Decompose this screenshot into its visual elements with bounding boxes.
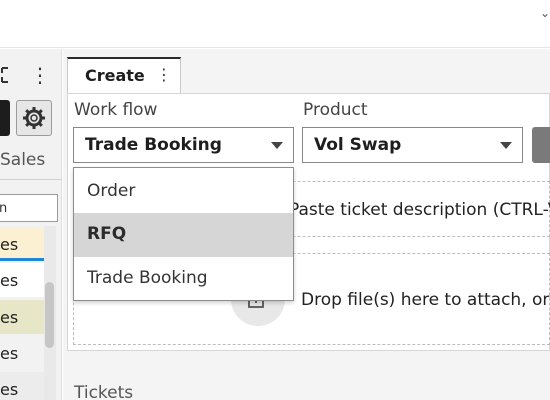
- chevron-down-icon[interactable]: ⌄: [540, 6, 550, 20]
- tab-sales[interactable]: Sales: [0, 150, 45, 170]
- list-item[interactable]: es: [0, 263, 44, 297]
- dropdown-option-order[interactable]: Order: [74, 170, 293, 214]
- tab-more-icon[interactable]: ⋮: [156, 64, 172, 86]
- scrollbar-thumb[interactable]: [45, 282, 54, 348]
- list-item-label: es: [0, 380, 19, 399]
- dropdown-option-rfq[interactable]: RFQ: [74, 213, 293, 257]
- drop-hint: Drop file(s) here to attach, or: [301, 290, 550, 310]
- product-label: Product: [303, 100, 368, 120]
- expand-icon[interactable]: [0, 66, 14, 84]
- action-button[interactable]: [532, 127, 550, 163]
- workflow-select-value: Trade Booking: [85, 135, 222, 155]
- filter-input[interactable]: n: [0, 194, 58, 222]
- paste-hint: Paste ticket description (CTRL-V: [289, 200, 550, 220]
- product-select-value: Vol Swap: [314, 135, 402, 155]
- list-item[interactable]: es: [0, 227, 44, 261]
- list-item-label: es: [0, 271, 19, 290]
- list-item-label: es: [0, 344, 19, 363]
- tickets-section-label: Tickets: [74, 383, 134, 400]
- caret-down-icon: [271, 142, 283, 149]
- product-select[interactable]: Vol Swap: [302, 127, 523, 163]
- workflow-dropdown-menu: Order RFQ Trade Booking: [73, 167, 294, 301]
- divider: [0, 179, 62, 180]
- gear-icon: [23, 107, 45, 129]
- workflow-label: Work flow: [74, 100, 158, 120]
- list-item[interactable]: es: [0, 336, 44, 370]
- tab-create-label: Create: [85, 66, 145, 85]
- settings-button[interactable]: [16, 100, 52, 136]
- list-item[interactable]: es: [0, 300, 44, 334]
- top-bar: [0, 0, 550, 48]
- list-item-label: es: [0, 235, 19, 254]
- active-row-underline: [0, 258, 44, 261]
- list-item-label: es: [0, 308, 19, 327]
- workflow-select[interactable]: Trade Booking: [73, 127, 294, 163]
- more-vertical-icon[interactable]: ⋮: [30, 64, 50, 86]
- list-item[interactable]: es: [0, 372, 44, 400]
- dropdown-option-trade-booking[interactable]: Trade Booking: [74, 257, 293, 301]
- panel-action-button[interactable]: [0, 100, 10, 136]
- caret-down-icon: [500, 142, 512, 149]
